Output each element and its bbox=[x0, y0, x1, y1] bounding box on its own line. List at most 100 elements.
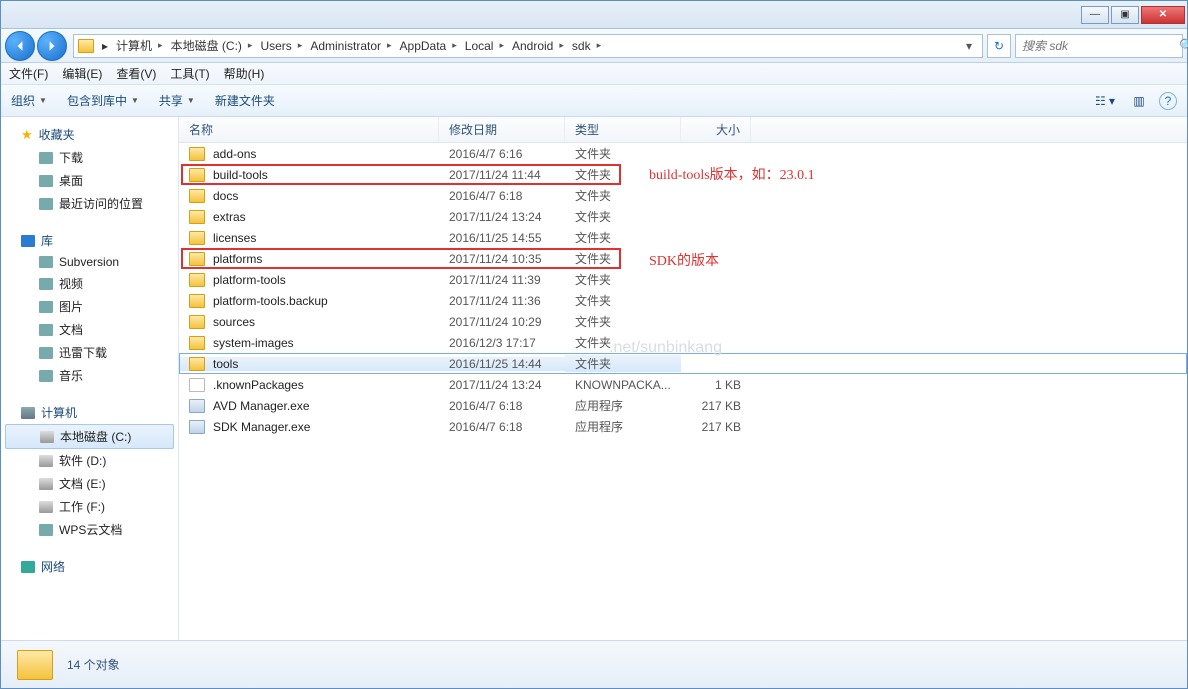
file-type: 文件夹 bbox=[565, 334, 681, 351]
folder-icon bbox=[189, 189, 205, 203]
sidebar-item-subversion[interactable]: Subversion bbox=[1, 252, 178, 272]
organize-button[interactable]: 组织▼ bbox=[11, 92, 47, 109]
new-folder-button[interactable]: 新建文件夹 bbox=[215, 92, 275, 109]
breadcrumb-segment[interactable]: 本地磁盘 (C:)▸ bbox=[167, 37, 257, 54]
file-row[interactable]: platform-tools.backup2017/11/24 11:36文件夹 bbox=[179, 290, 1187, 311]
minimize-button[interactable]: — bbox=[1081, 6, 1109, 24]
sidebar-item-thunder[interactable]: 迅雷下载 bbox=[1, 341, 178, 364]
file-date: 2016/4/7 6:18 bbox=[439, 399, 565, 413]
sidebar-item-drive-f[interactable]: 工作 (F:) bbox=[1, 495, 178, 518]
file-type: 文件夹 bbox=[565, 145, 681, 162]
svn-icon bbox=[39, 256, 53, 268]
sidebar-head-library[interactable]: 库 bbox=[1, 229, 178, 252]
sidebar-item-wps-cloud[interactable]: WPS云文档 bbox=[1, 518, 178, 541]
sidebar-item-recent[interactable]: 最近访问的位置 bbox=[1, 192, 178, 215]
folder-icon bbox=[189, 168, 205, 182]
breadcrumb-dropdown[interactable]: ▾ bbox=[960, 39, 978, 53]
sidebar-item-drive-e[interactable]: 文档 (E:) bbox=[1, 472, 178, 495]
file-name: licenses bbox=[213, 231, 256, 245]
file-name: system-images bbox=[213, 336, 294, 350]
menu-tools[interactable]: 工具(T) bbox=[170, 65, 209, 82]
file-type: 文件夹 bbox=[565, 355, 681, 372]
file-date: 2017/11/24 10:35 bbox=[439, 252, 565, 266]
breadcrumb-segment[interactable]: Administrator▸ bbox=[306, 39, 395, 53]
col-size[interactable]: 大小 bbox=[681, 117, 751, 142]
breadcrumb-segment[interactable]: ▸ bbox=[98, 39, 112, 53]
file-row[interactable]: .knownPackages2017/11/24 13:24KNOWNPACKA… bbox=[179, 374, 1187, 395]
breadcrumb-segment[interactable]: AppData▸ bbox=[396, 39, 461, 53]
folder-icon bbox=[189, 294, 205, 308]
menu-edit[interactable]: 编辑(E) bbox=[62, 65, 102, 82]
sidebar-head-computer[interactable]: 计算机 bbox=[1, 401, 178, 424]
col-date[interactable]: 修改日期 bbox=[439, 117, 565, 142]
sidebar-item-pictures[interactable]: 图片 bbox=[1, 295, 178, 318]
file-row[interactable]: tools 2016/11/25 14:44文件夹 bbox=[179, 353, 1187, 374]
cloud-icon bbox=[39, 524, 53, 536]
breadcrumb[interactable]: ▸ 计算机▸ 本地磁盘 (C:)▸ Users▸ Administrator▸ … bbox=[73, 34, 983, 58]
sidebar-item-drive-c[interactable]: 本地磁盘 (C:) bbox=[5, 424, 174, 449]
sidebar-item-documents[interactable]: 文档 bbox=[1, 318, 178, 341]
file-row[interactable]: extras2017/11/24 13:24文件夹 bbox=[179, 206, 1187, 227]
sidebar-item-drive-d[interactable]: 软件 (D:) bbox=[1, 449, 178, 472]
col-name[interactable]: 名称 bbox=[179, 117, 439, 142]
file-row[interactable]: platform-tools2017/11/24 11:39文件夹 bbox=[179, 269, 1187, 290]
file-row[interactable]: system-images2016/12/3 17:17文件夹 bbox=[179, 332, 1187, 353]
file-row[interactable]: docs2016/4/7 6:18文件夹 bbox=[179, 185, 1187, 206]
statusbar: 14 个对象 bbox=[1, 640, 1187, 688]
file-date: 2017/11/24 13:24 bbox=[439, 378, 565, 392]
file-row[interactable]: sources2017/11/24 10:29文件夹 bbox=[179, 311, 1187, 332]
breadcrumb-segment[interactable]: Users▸ bbox=[256, 39, 306, 53]
search-icon[interactable]: 🔍 bbox=[1179, 38, 1188, 54]
file-row[interactable]: AVD Manager.exe2016/4/7 6:18应用程序217 KB bbox=[179, 395, 1187, 416]
breadcrumb-segment[interactable]: Local▸ bbox=[461, 39, 508, 53]
file-name: build-tools bbox=[213, 168, 268, 182]
back-button[interactable] bbox=[5, 31, 35, 61]
breadcrumb-segment[interactable]: Android▸ bbox=[508, 39, 568, 53]
music-icon bbox=[39, 370, 53, 382]
share-button[interactable]: 共享▼ bbox=[159, 92, 195, 109]
sidebar-item-desktop[interactable]: 桌面 bbox=[1, 169, 178, 192]
explorer-window: — ▣ ✕ ▸ 计算机▸ 本地磁盘 (C:)▸ Users▸ Administr… bbox=[0, 0, 1188, 689]
menu-help[interactable]: 帮助(H) bbox=[224, 65, 265, 82]
menubar: 文件(F) 编辑(E) 查看(V) 工具(T) 帮助(H) bbox=[1, 63, 1187, 85]
file-name: platform-tools bbox=[213, 273, 286, 287]
sidebar-item-downloads[interactable]: 下载 bbox=[1, 146, 178, 169]
file-name: tools bbox=[213, 357, 238, 371]
file-type: 文件夹 bbox=[565, 313, 681, 330]
file-row[interactable]: add-ons2016/4/7 6:16文件夹 bbox=[179, 143, 1187, 164]
sidebar-group-network: 网络 bbox=[1, 555, 178, 578]
sidebar-item-music[interactable]: 音乐 bbox=[1, 364, 178, 387]
file-row[interactable]: SDK Manager.exe2016/4/7 6:18应用程序217 KB bbox=[179, 416, 1187, 437]
menu-view[interactable]: 查看(V) bbox=[116, 65, 156, 82]
refresh-button[interactable]: ↻ bbox=[987, 34, 1011, 58]
folder-icon bbox=[78, 39, 94, 53]
preview-pane-button[interactable]: ▥ bbox=[1125, 90, 1153, 112]
drive-icon bbox=[39, 478, 53, 490]
exe-icon bbox=[189, 420, 205, 434]
file-type: 应用程序 bbox=[565, 418, 681, 435]
search-box[interactable]: 🔍 bbox=[1015, 34, 1183, 58]
sidebar-item-video[interactable]: 视频 bbox=[1, 272, 178, 295]
column-headers: 名称 修改日期 类型 大小 bbox=[179, 117, 1187, 143]
col-type[interactable]: 类型 bbox=[565, 117, 681, 142]
view-options-button[interactable]: ☷ ▾ bbox=[1091, 90, 1119, 112]
maximize-button[interactable]: ▣ bbox=[1111, 6, 1139, 24]
include-in-library-button[interactable]: 包含到库中▼ bbox=[67, 92, 139, 109]
file-date: 2017/11/24 13:24 bbox=[439, 210, 565, 224]
file-size: 217 KB bbox=[681, 399, 751, 413]
file-date: 2016/11/25 14:44 bbox=[439, 357, 565, 371]
folder-icon bbox=[189, 357, 205, 371]
sidebar-head-network[interactable]: 网络 bbox=[1, 555, 178, 578]
search-input[interactable] bbox=[1022, 39, 1179, 53]
folder-icon bbox=[189, 336, 205, 350]
exe-icon bbox=[189, 399, 205, 413]
file-list[interactable]: build-tools版本，如：23.0.1 SDK的版本 .net/sunbi… bbox=[179, 143, 1187, 640]
breadcrumb-segment[interactable]: 计算机▸ bbox=[112, 37, 167, 54]
help-button[interactable]: ? bbox=[1159, 92, 1177, 110]
forward-button[interactable] bbox=[37, 31, 67, 61]
file-row[interactable]: licenses2016/11/25 14:55文件夹 bbox=[179, 227, 1187, 248]
menu-file[interactable]: 文件(F) bbox=[9, 65, 48, 82]
breadcrumb-segment[interactable]: sdk▸ bbox=[568, 39, 605, 53]
sidebar-head-favorites[interactable]: ★收藏夹 bbox=[1, 123, 178, 146]
close-button[interactable]: ✕ bbox=[1141, 6, 1185, 24]
